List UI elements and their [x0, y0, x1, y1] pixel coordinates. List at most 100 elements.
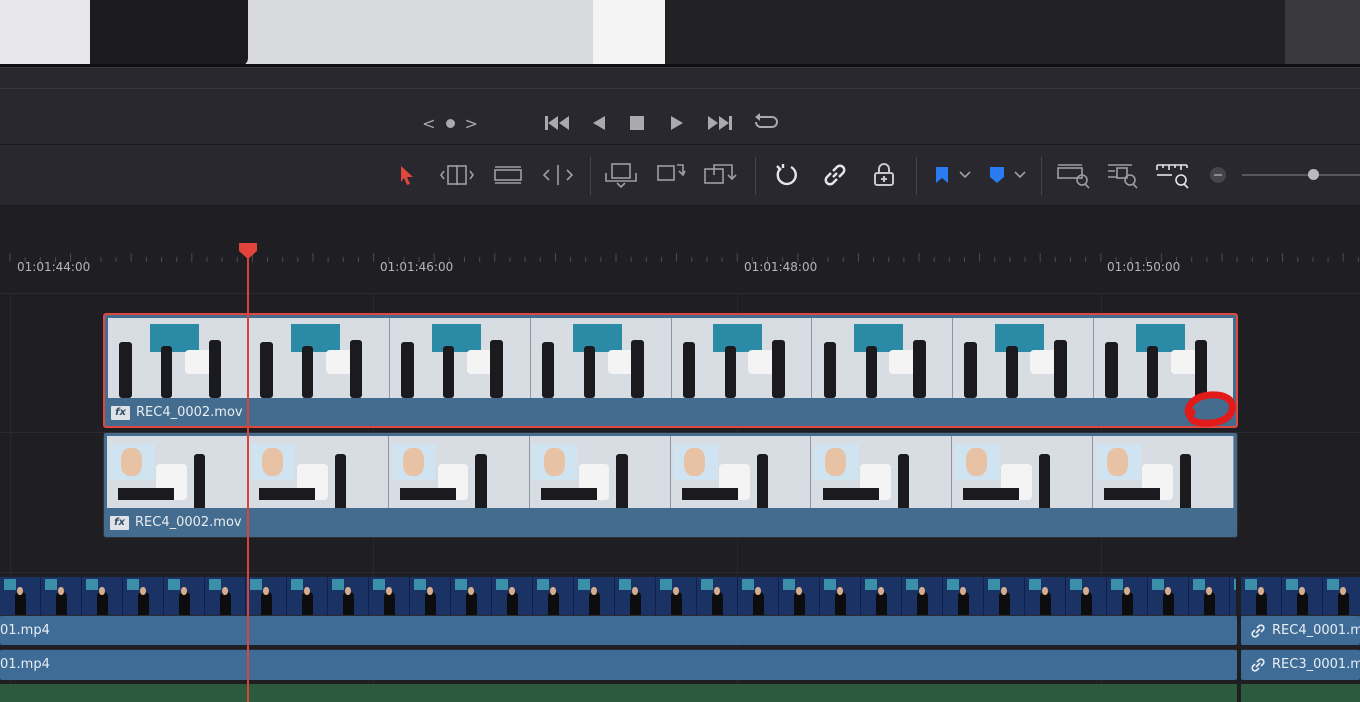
clip-thumbnail-frame [812, 318, 954, 398]
insert-clip-button[interactable] [602, 157, 640, 193]
viewer-image-region [1285, 0, 1360, 66]
clip-thumbnail-frame [164, 577, 205, 615]
viewer-image-region [90, 0, 248, 66]
clip-01-mp4[interactable]: 01.mp4 [0, 615, 1237, 645]
trim-edit-button[interactable] [438, 157, 476, 193]
clip-thumbnail-frame [410, 577, 451, 615]
clip-name: REC4_0002.mov [136, 405, 243, 420]
viewer-image-region [248, 0, 593, 66]
linked-selection-button[interactable] [821, 157, 849, 193]
play-button[interactable] [666, 112, 688, 134]
clip-thumbnail-frame [1025, 577, 1066, 615]
viewer-image-region [0, 0, 90, 66]
clip-thumbnail-frame [533, 577, 574, 615]
clip-thumbnails [0, 577, 1236, 615]
fx-badge: fx [110, 515, 129, 530]
viewer-image-region [593, 0, 665, 66]
ruler-ticks [9, 253, 1359, 262]
link-icon [1251, 658, 1265, 672]
clip-thumbnail-frame [1189, 577, 1230, 615]
clip-thumbnail-frame [247, 436, 389, 508]
overwrite-clip-button[interactable] [654, 157, 688, 193]
clip-thumbnail-frame [107, 436, 248, 508]
clip-thumbnail-frame [1241, 577, 1282, 615]
clip-thumbnail-frame [943, 577, 984, 615]
clip-thumbnail-frame [82, 577, 123, 615]
clip-thumbnail-frame [1148, 577, 1189, 615]
overwrite-clip-icon [657, 164, 686, 181]
loop-button[interactable] [751, 110, 781, 134]
timecode-ruler[interactable]: 01:01:44:00 01:01:46:00 01:01:48:00 01:0… [0, 242, 1360, 294]
clip-name: 01.mp4 [0, 657, 50, 672]
jog-left-icon: < [422, 113, 436, 133]
clip-thumbnail-frame [615, 577, 656, 615]
clip-rec4-0001[interactable]: REC4_0001.m [1241, 615, 1360, 645]
zoom-slider-handle[interactable] [1308, 169, 1319, 180]
link-icon [1251, 624, 1265, 638]
video-clip-v1[interactable]: fx REC4_0002.mov [103, 432, 1238, 538]
clip-rec3-0001[interactable]: REC3_0001.m [1241, 649, 1360, 680]
clip-label: fx REC4_0002.mov [111, 405, 243, 420]
clip-name: REC3_0001.m [1272, 657, 1360, 672]
clip-label: fx REC4_0002.mov [110, 515, 242, 530]
play-reverse-button[interactable] [588, 112, 610, 134]
marker-dropdown[interactable] [985, 157, 1029, 193]
clip-thumbnails [107, 436, 1234, 508]
linked-selection-icon [824, 164, 846, 186]
clip-thumbnail-frame [41, 577, 82, 615]
jog-dot-icon [445, 118, 455, 128]
clip-thumbnail-frame [529, 436, 671, 508]
viewer-preview [0, 0, 1360, 66]
position-lock-icon [874, 163, 894, 186]
divider [590, 157, 591, 195]
jog-control[interactable]: < > [420, 112, 480, 134]
clip-thumbnail-frame [779, 577, 820, 615]
custom-zoom-button[interactable] [1153, 157, 1193, 193]
clip-thumbnails [1241, 577, 1360, 615]
dynamic-trim-button[interactable] [491, 157, 525, 193]
dynamic-trim-icon [494, 166, 522, 184]
flag-dropdown[interactable] [930, 157, 974, 193]
divider [1041, 157, 1042, 195]
full-extent-zoom-button[interactable] [1054, 157, 1092, 193]
divider [755, 157, 756, 195]
zoom-out-button[interactable] [1208, 157, 1228, 193]
annotation-circle-icon [1184, 391, 1236, 427]
clip-thumbnail-frame [811, 436, 953, 508]
clip-thumbnail-frame [820, 577, 861, 615]
stop-icon [630, 116, 644, 130]
blade-button[interactable] [540, 157, 576, 193]
clip-name: REC4_0002.mov [135, 515, 242, 530]
skip-to-end-button[interactable] [704, 112, 734, 134]
skip-to-start-button[interactable] [543, 112, 573, 134]
detail-zoom-button[interactable] [1104, 157, 1142, 193]
detail-zoom-icon [1108, 164, 1138, 189]
selection-tool-button[interactable] [395, 157, 419, 193]
clip-thumbnail-frame [369, 577, 410, 615]
clip-thumbnail-frame [1093, 436, 1234, 508]
viewer-image-region [665, 0, 1285, 66]
insert-clip-icon [605, 163, 637, 189]
clip-thumbnail-frame [952, 436, 1094, 508]
playhead-line[interactable] [247, 250, 249, 702]
clip-thumbnail-frame [246, 577, 287, 615]
playhead-handle[interactable] [238, 242, 258, 260]
clip-thumbnail-frame [492, 577, 533, 615]
selection-arrow-icon [401, 166, 413, 185]
clip-thumbnail-frame [1230, 577, 1236, 615]
position-lock-button[interactable] [870, 157, 898, 193]
ruler-timecode: 01:01:46:00 [380, 260, 454, 274]
snapping-button[interactable] [772, 157, 800, 193]
clip-thumbnail-frame [697, 577, 738, 615]
stop-button[interactable] [626, 112, 648, 134]
clip-thumbnail-frame [902, 577, 943, 615]
clip-thumbnail-frame [205, 577, 246, 615]
clip-thumbnail-frame [574, 577, 615, 615]
video-clip-v2[interactable]: fx REC4_0002.mov [103, 313, 1238, 428]
replace-clip-button[interactable] [701, 157, 741, 193]
replace-clip-icon [704, 164, 737, 184]
blade-icon [542, 165, 574, 185]
clip-01-mp4[interactable]: 01.mp4 [0, 649, 1237, 680]
clip-thumbnail-frame [671, 318, 813, 398]
clip-thumbnail-frame [530, 318, 672, 398]
